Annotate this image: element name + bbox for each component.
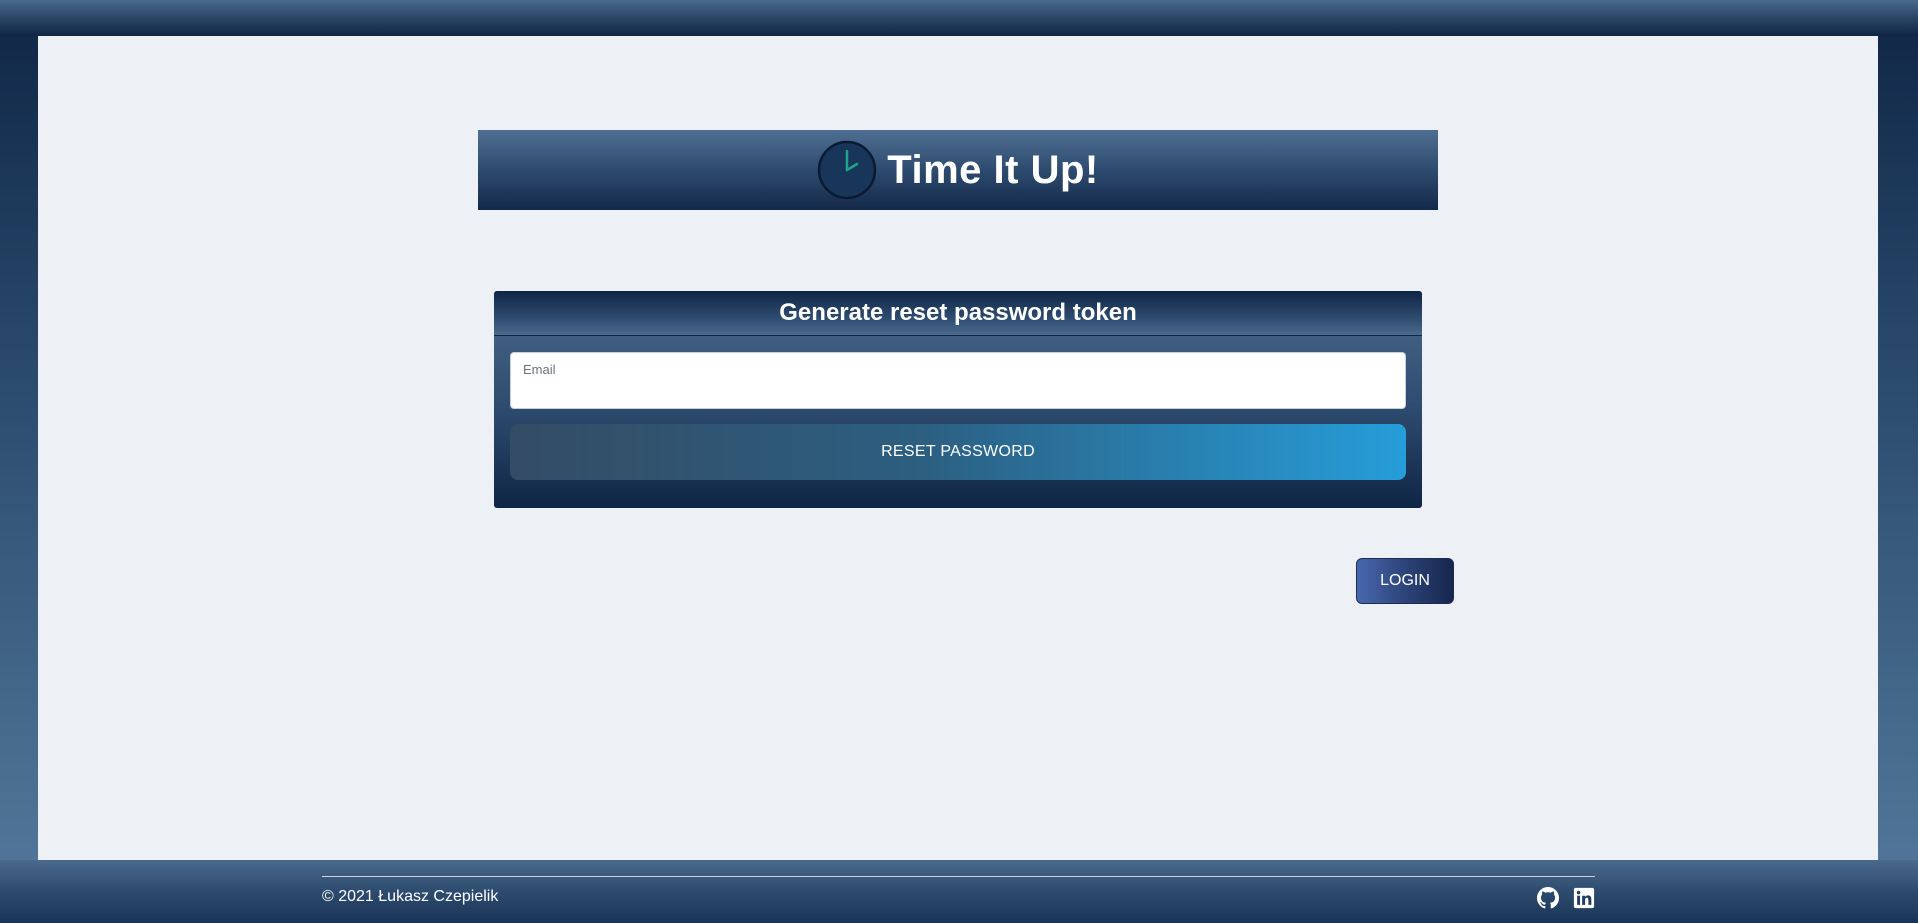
linkedin-icon[interactable] xyxy=(1573,887,1595,909)
email-input[interactable] xyxy=(523,380,1397,404)
top-band xyxy=(0,0,1918,36)
login-button[interactable]: LOGIN xyxy=(1356,558,1454,604)
email-label: Email xyxy=(523,362,556,377)
github-icon[interactable] xyxy=(1537,887,1559,909)
reset-password-card: Generate reset password token Email RESE… xyxy=(494,291,1422,508)
app-header-banner: Time It Up! xyxy=(478,130,1438,210)
reset-password-button[interactable]: RESET PASSWORD xyxy=(510,424,1406,480)
footer: © 2021 Łukasz Czepielik xyxy=(0,860,1918,923)
copyright-text: © 2021 Łukasz Czepielik xyxy=(322,888,499,905)
main-content: Time It Up! Generate reset password toke… xyxy=(38,36,1878,860)
email-field[interactable]: Email xyxy=(510,352,1406,409)
card-header: Generate reset password token xyxy=(494,291,1422,336)
clock-icon xyxy=(818,140,877,200)
card-title: Generate reset password token xyxy=(779,299,1137,326)
footer-divider xyxy=(322,876,1595,877)
app-title: Time It Up! xyxy=(887,147,1099,192)
